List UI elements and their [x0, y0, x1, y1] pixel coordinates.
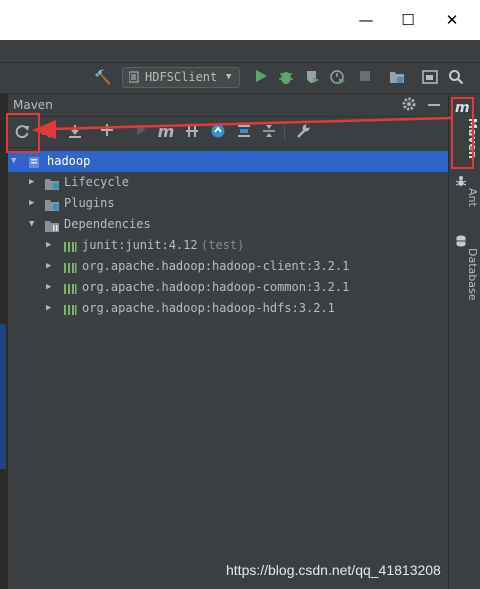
annotation-arrow — [32, 116, 452, 139]
watermark-text: https://blog.csdn.net/qq_41813208 — [226, 562, 441, 578]
